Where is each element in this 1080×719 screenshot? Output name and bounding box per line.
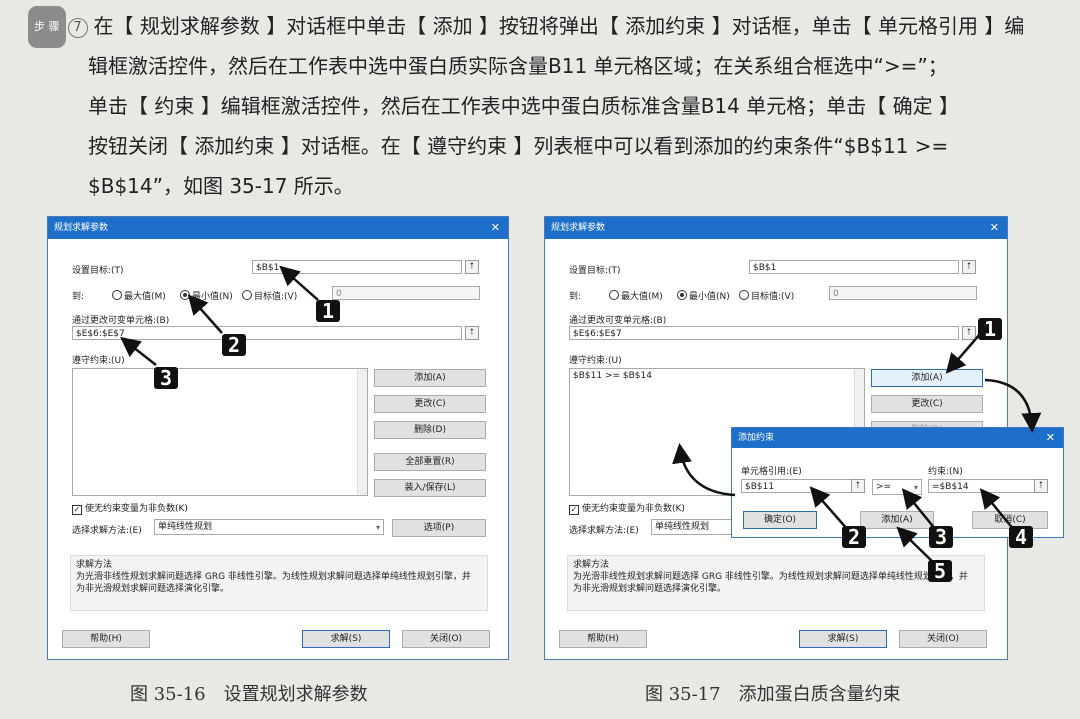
arrow-4 <box>979 488 1015 531</box>
arrow-5 <box>896 526 936 565</box>
arrow-2 <box>187 294 223 334</box>
arrow-2 <box>809 486 849 531</box>
arrow-3 <box>901 488 937 531</box>
arrow-3 <box>120 336 157 366</box>
figure-caption-2: 图 35-17 添加蛋白质含量约束 <box>645 684 901 705</box>
arrow-1 <box>279 265 319 301</box>
callout-arrows <box>120 265 1042 565</box>
figure-caption-1: 图 35-16 设置规划求解参数 <box>130 684 368 705</box>
arrow-curve-to-dialog <box>984 378 1042 433</box>
arrow-curve-up <box>672 443 736 497</box>
arrow-1 <box>945 333 981 374</box>
